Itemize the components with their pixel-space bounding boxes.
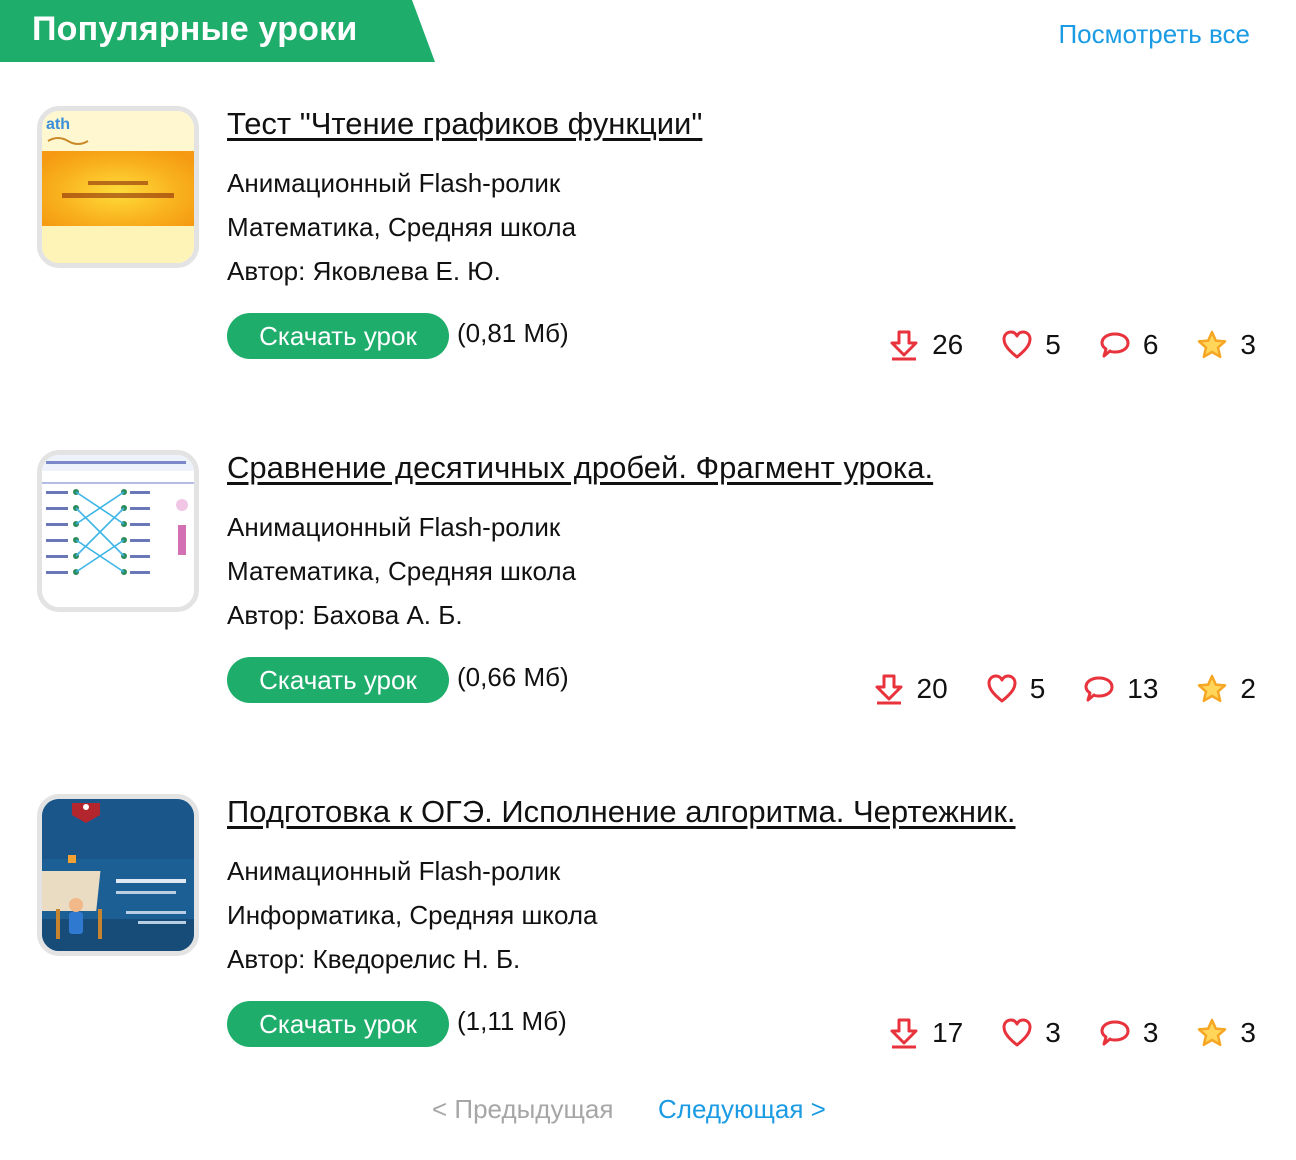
lesson-author: Автор: Кведорелис Н. Б. <box>227 944 521 974</box>
download-lesson-button[interactable]: Скачать урок <box>227 1001 449 1047</box>
heart-icon <box>1002 1018 1032 1047</box>
lesson-type: Анимационный Flash-ролик <box>227 856 561 886</box>
pagination-next[interactable]: Следующая > <box>658 1094 826 1125</box>
comments-count: 6 <box>1142 329 1159 360</box>
rating-stat[interactable]: 3 <box>1196 329 1256 361</box>
star-icon <box>1198 674 1227 703</box>
lesson-thumbnail[interactable]: ath <box>37 106 199 268</box>
downloads-stat[interactable]: 20 <box>873 673 948 705</box>
lesson-subject: Информатика, Средняя школа <box>227 900 598 930</box>
lesson-subject: Математика, Средняя школа <box>227 212 577 242</box>
lesson-stats: 26 5 6 3 <box>850 328 1256 362</box>
downloads-count: 20 <box>916 673 948 704</box>
likes-stat[interactable]: 3 <box>1001 1017 1061 1049</box>
comment-icon <box>1100 1020 1130 1046</box>
downloads-stat[interactable]: 26 <box>888 329 963 361</box>
comments-stat[interactable]: 6 <box>1099 329 1159 361</box>
lesson-subject: Математика, Средняя школа <box>227 556 577 586</box>
download-icon <box>890 1018 918 1049</box>
rating-count: 3 <box>1240 329 1256 360</box>
comments-stat[interactable]: 13 <box>1083 673 1158 705</box>
download-lesson-button[interactable]: Скачать урок <box>227 657 449 703</box>
heart-icon <box>1002 330 1032 359</box>
star-icon <box>1198 1018 1227 1047</box>
downloads-stat[interactable]: 17 <box>888 1017 963 1049</box>
file-size: (1,11 Мб) <box>457 1006 567 1036</box>
rating-stat[interactable]: 3 <box>1196 1017 1256 1049</box>
lesson-stats: 17 3 3 3 <box>850 1016 1256 1050</box>
rating-count: 3 <box>1240 1017 1256 1048</box>
star-icon <box>1198 330 1227 359</box>
comments-count: 13 <box>1127 673 1159 704</box>
likes-stat[interactable]: 5 <box>986 673 1046 705</box>
pagination-prev: < Предыдущая <box>432 1094 614 1124</box>
svg-text:ath: ath <box>46 116 70 133</box>
file-size: (0,66 Мб) <box>457 662 569 692</box>
lesson-title-link[interactable]: Тест "Чтение графиков функции" <box>227 106 702 142</box>
lesson-author: Автор: Яковлева Е. Ю. <box>227 256 501 286</box>
likes-stat[interactable]: 5 <box>1001 329 1061 361</box>
comments-count: 3 <box>1142 1017 1159 1048</box>
lesson-type: Анимационный Flash-ролик <box>227 168 561 198</box>
comment-icon <box>1100 332 1130 358</box>
lesson-type: Анимационный Flash-ролик <box>227 512 561 542</box>
file-size: (0,81 Мб) <box>457 318 569 348</box>
comment-icon <box>1084 676 1114 702</box>
comments-stat[interactable]: 3 <box>1099 1017 1159 1049</box>
lesson-title-link[interactable]: Сравнение десятичных дробей. Фрагмент ур… <box>227 450 933 486</box>
lesson-author: Автор: Бахова А. Б. <box>227 600 463 630</box>
downloads-count: 17 <box>932 1017 964 1048</box>
likes-count: 3 <box>1045 1017 1061 1048</box>
rating-stat[interactable]: 2 <box>1196 673 1256 705</box>
likes-count: 5 <box>1029 673 1046 704</box>
likes-count: 5 <box>1045 329 1061 360</box>
lesson-thumbnail[interactable] <box>37 794 199 956</box>
heart-icon <box>987 674 1017 703</box>
lesson-stats: 20 5 13 2 <box>835 672 1256 706</box>
lesson-card: ath Тест "Чтение графиков функции" Анима… <box>0 106 1296 406</box>
download-icon <box>890 330 918 361</box>
lesson-card: Сравнение десятичных дробей. Фрагмент ур… <box>0 450 1296 750</box>
lesson-thumbnail[interactable] <box>37 450 199 612</box>
lesson-card: Подготовка к ОГЭ. Исполнение алгоритма. … <box>0 794 1296 1094</box>
download-icon <box>875 674 903 705</box>
rating-count: 2 <box>1240 673 1256 704</box>
downloads-count: 26 <box>932 329 964 360</box>
download-lesson-button[interactable]: Скачать урок <box>227 313 449 359</box>
section-title: Популярные уроки <box>32 10 358 48</box>
lesson-title-link[interactable]: Подготовка к ОГЭ. Исполнение алгоритма. … <box>227 794 1016 830</box>
view-all-link[interactable]: Посмотреть все <box>1058 19 1250 50</box>
